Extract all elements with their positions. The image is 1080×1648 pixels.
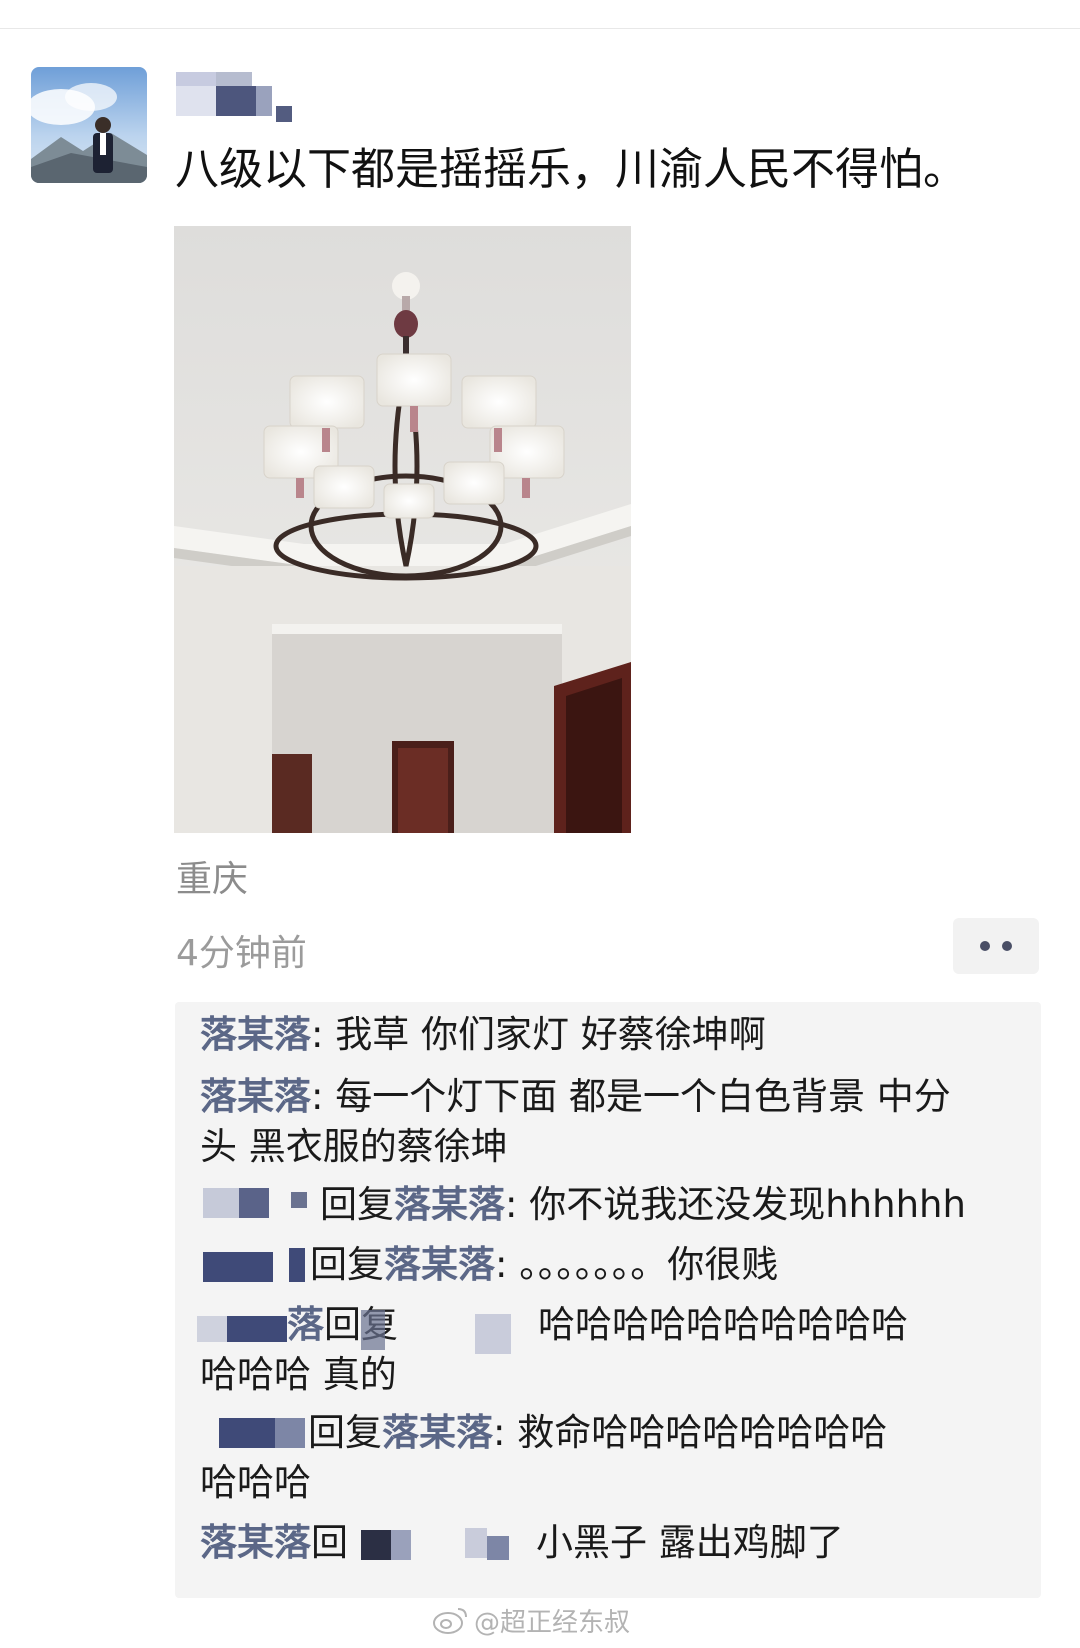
- comment-text-cont: 哈哈哈 真的: [200, 1353, 397, 1396]
- avatar[interactable]: [31, 67, 147, 183]
- commenter-name[interactable]: 落某落: [382, 1411, 493, 1454]
- comment-text: 我草 你们家灯 好蔡徐坤啊: [335, 1013, 766, 1056]
- redacted-name: [219, 1416, 305, 1448]
- comment-text: 你不说我还没发现hhhhhh: [529, 1183, 966, 1226]
- comment-item[interactable]: 回复落某落: 救命哈哈哈哈哈哈哈哈: [308, 1408, 1028, 1458]
- redacted-name: [203, 1248, 307, 1284]
- comment-item[interactable]: 落某落回 小黑子 露出鸡脚了: [200, 1518, 1030, 1568]
- redacted-name: [203, 1182, 269, 1222]
- commenter-name[interactable]: 落某落: [384, 1243, 495, 1286]
- location-link[interactable]: 重庆: [176, 850, 248, 902]
- mosaic-block: [176, 72, 216, 86]
- redacted-name: [361, 1526, 423, 1562]
- dot-icon: [980, 941, 990, 951]
- more-actions-button[interactable]: [953, 918, 1039, 974]
- comment-text: 。。。。。。。你很贱: [519, 1243, 779, 1286]
- redacted-name: [465, 1528, 511, 1562]
- reply-word: 回: [311, 1521, 348, 1564]
- mosaic-block: [216, 72, 252, 86]
- avatar-image: [31, 67, 147, 183]
- redacted-name: [361, 1310, 385, 1350]
- watermark: @超正经东叔: [432, 1598, 630, 1642]
- redacted-name: [291, 1192, 307, 1208]
- top-divider: [0, 28, 1080, 29]
- comment-text: 小黑子 露出鸡脚了: [536, 1521, 844, 1564]
- comment-text: 每一个灯下面 都是一个白色背景 中分: [335, 1075, 951, 1118]
- commenter-name[interactable]: 落某落: [200, 1013, 311, 1056]
- redacted-name: [197, 1312, 289, 1344]
- watermark-text: @超正经东叔: [474, 1607, 631, 1638]
- mosaic-block: [216, 86, 256, 116]
- weibo-icon: [433, 1608, 467, 1634]
- comment-item[interactable]: 落某落: 每一个灯下面 都是一个白色背景 中分 头 黑衣服的蔡徐坤: [200, 1072, 1030, 1172]
- mosaic-block: [276, 106, 292, 122]
- comment-item[interactable]: 落回复哈哈哈哈哈哈哈哈哈哈: [287, 1300, 1027, 1350]
- commenter-name[interactable]: 落某落: [200, 1521, 311, 1564]
- comment-item-cont: 哈哈哈 真的: [200, 1350, 1030, 1400]
- reply-word: 回复: [310, 1243, 384, 1286]
- commenter-name[interactable]: 落某落: [394, 1183, 505, 1226]
- post-photo[interactable]: [174, 226, 631, 833]
- mosaic-block: [176, 86, 216, 116]
- reply-word: 回复: [308, 1411, 382, 1454]
- post-time: 4分钟前: [176, 933, 307, 974]
- comment-section: 落某落: 我草 你们家灯 好蔡徐坤啊 落某落: 每一个灯下面 都是一个白色背景 …: [175, 1002, 1041, 1598]
- comment-text: 哈哈哈哈哈哈哈哈哈哈: [538, 1303, 908, 1346]
- comment-text-cont: 哈哈哈: [200, 1461, 311, 1504]
- author-name-redacted[interactable]: [176, 72, 306, 132]
- comment-text: 救命哈哈哈哈哈哈哈哈: [517, 1411, 888, 1454]
- commenter-name[interactable]: 落: [287, 1303, 324, 1346]
- dot-icon: [1002, 941, 1012, 951]
- comment-item-cont: 哈哈哈: [200, 1458, 1030, 1508]
- commenter-name[interactable]: 落某落: [200, 1075, 311, 1118]
- comment-item[interactable]: 落某落: 我草 你们家灯 好蔡徐坤啊: [200, 1010, 1030, 1060]
- mosaic-block: [256, 86, 272, 116]
- redacted-name: [475, 1314, 511, 1354]
- comment-item[interactable]: 回复落某落: 你不说我还没发现hhhhhh: [320, 1180, 1020, 1230]
- reply-word: 回复: [320, 1183, 394, 1226]
- comment-item[interactable]: 回复落某落: 。。。。。。。你很贱: [310, 1240, 1020, 1290]
- comment-text-cont: 头 黑衣服的蔡徐坤: [200, 1125, 508, 1168]
- post-text: 八级以下都是摇摇乐，川渝人民不得怕。: [175, 144, 967, 195]
- chandelier-photo: [174, 226, 631, 833]
